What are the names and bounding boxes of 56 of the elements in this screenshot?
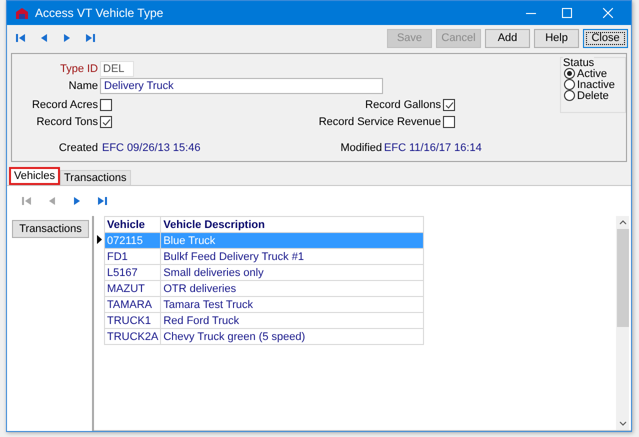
checkbox-label: Record Service Revenue [318,116,441,128]
toolbar-button[interactable]: Add [485,28,530,48]
toolbar-button[interactable]: Help [534,28,579,48]
window-title: Access VT Vehicle Type [35,6,164,20]
modified-value: EFC 11/16/17 16:14 [384,142,482,154]
next-record-icon[interactable] [72,196,82,206]
tab[interactable]: Vehicles [9,167,60,185]
name-field[interactable]: Delivery Truck [100,78,383,94]
checkbox[interactable] [100,99,112,111]
next-record-icon[interactable] [62,33,72,43]
column-header: Vehicle Description [160,216,424,232]
checkbox-label: Record Tons [36,116,98,128]
table-cell[interactable]: TRUCK2A [104,328,161,344]
tab[interactable]: Transactions [60,170,131,185]
checkbox[interactable] [443,99,455,111]
checkbox[interactable] [443,116,455,128]
first-record-icon[interactable] [16,33,26,43]
field-label: Created [58,142,98,154]
type-id-field[interactable]: DEL [100,61,134,77]
table-cell[interactable]: MAZUT [104,280,161,296]
radio-button[interactable] [564,68,575,79]
toolbar-button[interactable]: Close [583,28,628,48]
radio-label: Active [577,68,607,80]
row-pointer-icon [97,234,102,244]
field-label: Modified [340,142,382,154]
radio-button[interactable] [564,90,575,101]
table-cell[interactable]: L5167 [104,264,161,280]
radio-label: Delete [577,90,609,102]
checkbox[interactable] [100,116,112,128]
scrollbar-thumb[interactable] [616,229,628,327]
group-title: Status [563,57,594,69]
table-cell[interactable]: FD1 [104,248,161,264]
checkbox-label: Record Gallons [365,99,441,111]
checkbox-label: Record Acres [32,99,98,111]
table-cell[interactable]: OTR deliveries [160,280,424,296]
table-cell[interactable]: Tamara Test Truck [160,296,424,312]
column-header: Vehicle [104,216,161,232]
scroll-up-icon[interactable] [618,220,626,225]
created-value: EFC 09/26/13 15:46 [102,142,200,154]
table-cell[interactable]: TRUCK1 [104,312,161,328]
field-label: Name [68,80,98,92]
scrollbar[interactable] [616,216,629,430]
last-record-icon[interactable] [97,196,107,206]
previous-record-icon[interactable] [39,33,49,43]
transactions-button[interactable]: Transactions [12,220,89,238]
scroll-down-icon[interactable] [618,421,626,426]
field-label: Type ID [59,63,98,75]
barn-icon [15,6,29,20]
table-cell[interactable]: Bulkf Feed Delivery Truck #1 [160,248,424,264]
table-cell[interactable]: Red Ford Truck [160,312,424,328]
table-cell[interactable]: Small deliveries only [160,264,424,280]
radio-label: Inactive [577,78,615,90]
last-record-icon[interactable] [85,33,95,43]
radio-button[interactable] [564,79,575,90]
table-cell[interactable]: Chevy Truck green (5 speed) [160,328,424,344]
table-cell[interactable]: TAMARA [104,296,161,312]
